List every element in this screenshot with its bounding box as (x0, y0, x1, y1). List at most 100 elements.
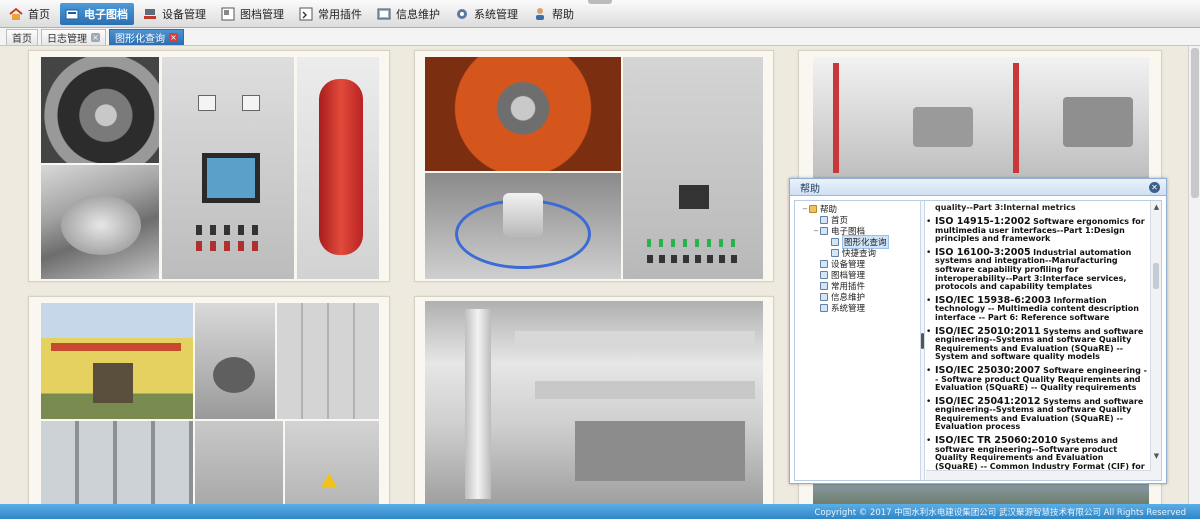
tree-node[interactable]: 系统管理 (795, 302, 915, 314)
page-scrollbar-thumb[interactable] (1191, 48, 1199, 198)
menu-item-home[interactable]: 首页 (4, 3, 56, 25)
photo-card-1[interactable] (28, 50, 390, 282)
book-icon (820, 270, 828, 279)
tree-node[interactable]: − 帮助 (795, 203, 915, 215)
photo-turbine-runner[interactable] (41, 57, 159, 163)
photo-card-5[interactable] (414, 296, 774, 504)
bullet-icon: • (926, 247, 932, 258)
bullet-icon: • (926, 326, 932, 337)
standard-entry: • ISO/IEC 25010:2011 Systems and software… (926, 326, 1148, 362)
photo-warning-cabinet[interactable] (285, 421, 379, 504)
tab-label: 首页 (12, 34, 32, 45)
menu-item-plugin[interactable]: 常用插件 (294, 3, 368, 25)
standard-entry: • ISO/IEC 15938-6:2003 Information techno… (926, 295, 1148, 323)
menu-item-label: 常用插件 (318, 7, 362, 21)
copyright-text: Copyright © 2017 中国水利水电建设集团公司 武汉聚源智慧技术有限… (814, 507, 1187, 518)
photo-power-station-building[interactable] (41, 303, 193, 419)
close-icon[interactable]: ✕ (1149, 182, 1160, 193)
tab-close-icon[interactable]: × (169, 33, 178, 42)
menu-item-label: 图档管理 (240, 7, 284, 21)
menu-item-label: 电子图档 (84, 7, 128, 21)
book-icon (820, 226, 828, 235)
book-icon (820, 292, 828, 301)
menu-item-label: 帮助 (552, 7, 574, 21)
photo-cabinet-row[interactable] (277, 303, 379, 419)
folder-icon (64, 6, 80, 22)
tab-label: 图形化查询 (115, 34, 165, 45)
book-icon (820, 215, 828, 224)
photo-control-panel[interactable] (162, 57, 294, 279)
photo-switchgear-cabinet[interactable] (623, 57, 763, 279)
photo-generator-floor[interactable] (425, 173, 621, 279)
tree-node[interactable]: 图档管理 (795, 269, 915, 281)
help-dialog-body: − 帮助 首页 − 电子图档 图形化查询 快捷查询 设备管理 图档管理 常用插件 信息维护 系统管理 … (794, 200, 1162, 481)
menu-item-equipment[interactable]: 设备管理 (138, 3, 212, 25)
bullet-icon: • (926, 295, 932, 306)
tree-node[interactable]: 设备管理 (795, 258, 915, 270)
menu-item-folder[interactable]: 电子图档 (60, 2, 134, 25)
help-dialog-title: 帮助 (800, 183, 820, 195)
footer: Copyright © 2017 中国水利水电建设集团公司 武汉聚源智慧技术有限… (0, 504, 1200, 519)
photo-transformer[interactable] (813, 57, 1149, 181)
menu-item-label: 系统管理 (474, 7, 518, 21)
menu-item-maintenance[interactable]: 信息维护 (372, 3, 446, 25)
tab-label: 日志管理 (47, 34, 87, 45)
standard-entry: • ISO/IEC 25030:2007 Software engineering… (926, 365, 1148, 393)
tree-node[interactable]: 信息维护 (795, 291, 915, 303)
book-icon (831, 237, 839, 246)
photo-distribution-box[interactable] (195, 421, 283, 504)
tab-1[interactable]: 日志管理 × (41, 29, 106, 45)
splitter-handle[interactable] (921, 333, 924, 349)
panel-splitter[interactable] (920, 201, 925, 480)
menu-item-label: 首页 (28, 7, 50, 21)
scroll-down-icon[interactable]: ▼ (1152, 452, 1161, 460)
tree-toggle-icon[interactable]: − (801, 205, 809, 213)
photo-generator-stator[interactable] (425, 57, 621, 171)
photo-red-tank[interactable] (297, 57, 379, 279)
doc-fragment: quality--Part 3:Internal metrics (935, 203, 1076, 212)
help-doc-hscrollbar[interactable] (926, 470, 1151, 480)
tree-node[interactable]: 图形化查询 (795, 234, 915, 249)
bullet-icon: • (926, 396, 932, 407)
menu-item-drawing[interactable]: 图档管理 (216, 3, 290, 25)
tab-bar: 首页 日志管理 × 图形化查询 × (0, 28, 1200, 46)
tab-close-icon[interactable]: × (91, 33, 100, 42)
bullet-icon: • (926, 365, 932, 376)
book-icon (820, 281, 828, 290)
menu-grip-handle[interactable] (588, 0, 612, 4)
menu-item-label: 设备管理 (162, 7, 206, 21)
help-root-icon (809, 204, 817, 213)
photo-cylinders[interactable] (41, 421, 193, 504)
home-icon (8, 6, 24, 22)
tree-node[interactable]: 常用插件 (795, 280, 915, 292)
photo-gis-hall[interactable] (425, 301, 763, 504)
help-tree: − 帮助 首页 − 电子图档 图形化查询 快捷查询 设备管理 图档管理 常用插件 信息维护 系统管理 (795, 201, 915, 480)
menu-item-user-help[interactable]: 帮助 (528, 3, 580, 25)
menu-item-gear[interactable]: 系统管理 (450, 3, 524, 25)
standard-entry: • ISO 16100-3:2005 Industrial automation … (926, 247, 1148, 292)
photo-spiral-casing[interactable] (41, 165, 159, 279)
standard-entry: • ISO 14915-1:2002 Software ergonomics fo… (926, 217, 1148, 244)
book-icon (820, 259, 828, 268)
tree-node[interactable]: 首页 (795, 214, 915, 226)
photo-card-4[interactable] (28, 296, 390, 504)
help-document: quality--Part 3:Internal metrics • ISO 14… (926, 201, 1151, 480)
tree-node[interactable]: 快捷查询 (795, 247, 915, 259)
tree-node-label: 系统管理 (831, 303, 866, 314)
help-dialog-header[interactable]: 帮助 ✕ (790, 179, 1166, 196)
tree-toggle-icon[interactable]: − (812, 227, 820, 235)
help-doc-scrollbar[interactable]: ▲ ▼ (1150, 201, 1161, 480)
photo-card-2[interactable] (414, 50, 774, 282)
tab-2[interactable]: 图形化查询 × (109, 29, 184, 45)
bullet-icon: • (926, 217, 932, 227)
tab-0[interactable]: 首页 (6, 29, 38, 45)
help-doc-scrollbar-thumb[interactable] (1153, 263, 1159, 289)
page-scrollbar[interactable] (1188, 46, 1200, 504)
user-help-icon (532, 6, 548, 22)
scroll-up-icon[interactable]: ▲ (1152, 203, 1161, 211)
standard-entry: • ISO/IEC 25041:2012 Systems and software… (926, 396, 1148, 432)
book-icon (831, 248, 839, 257)
drawing-icon (220, 6, 236, 22)
plugin-icon (298, 6, 314, 22)
photo-valve-unit[interactable] (195, 303, 275, 419)
